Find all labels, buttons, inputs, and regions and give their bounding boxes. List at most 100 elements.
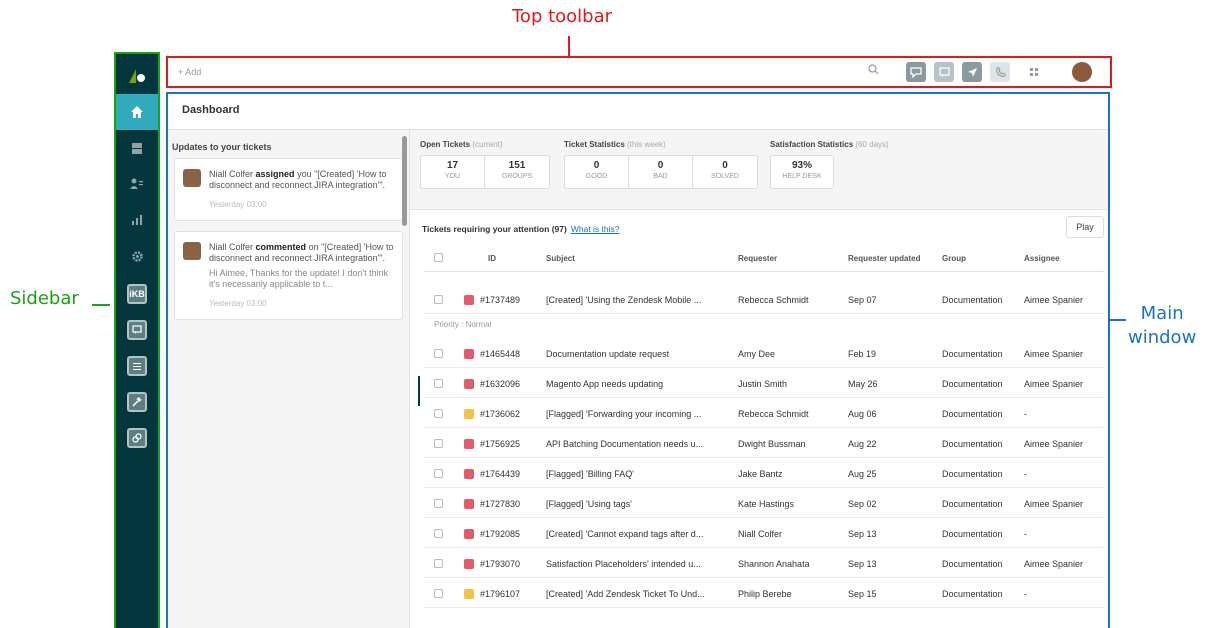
row-checkbox[interactable]: [434, 469, 443, 478]
chat-app-icon[interactable]: [116, 312, 158, 348]
ticket-requester[interactable]: Rebecca Schmidt: [738, 295, 809, 305]
hammer-app-icon[interactable]: [116, 384, 158, 420]
views-icon[interactable]: [116, 130, 158, 166]
ticket-assignee: -: [1024, 409, 1027, 419]
col-requester-updated[interactable]: Requester updated: [848, 254, 920, 263]
ticket-id[interactable]: #1736062: [480, 409, 520, 419]
ticket-subject[interactable]: [Flagged] 'Billing FAQ': [546, 469, 634, 479]
col-assignee[interactable]: Assignee: [1024, 254, 1060, 263]
table-row[interactable]: #1756925 API Batching Documentation needs…: [424, 428, 1104, 458]
apps-grid-icon[interactable]: [1024, 62, 1044, 82]
table-row[interactable]: #1764439 [Flagged] 'Billing FAQ' Jake Bant…: [424, 458, 1104, 488]
table-row[interactable]: #1465448 Documentation update request Amy …: [424, 338, 1104, 368]
ticket-requester[interactable]: Kate Hastings: [738, 499, 794, 509]
row-checkbox[interactable]: [434, 295, 443, 304]
ticket-id[interactable]: #1727830: [480, 499, 520, 509]
ticket-id[interactable]: #1737489: [480, 295, 520, 305]
row-checkbox[interactable]: [434, 559, 443, 568]
table-row[interactable]: #1736062 [Flagged] 'Forwarding your incom…: [424, 398, 1104, 428]
ticket-updated: Sep 13: [848, 559, 877, 569]
play-button[interactable]: Play: [1066, 216, 1104, 238]
ticket-subject[interactable]: Magento App needs updating: [546, 379, 663, 389]
ticket-subject[interactable]: Documentation update request: [546, 349, 669, 359]
ticket-statistics-qualifier: (this week): [627, 140, 666, 149]
row-checkbox[interactable]: [434, 439, 443, 448]
home-icon[interactable]: [116, 94, 158, 130]
stat-cell-bad[interactable]: 0 BAD: [629, 156, 693, 188]
ticket-id[interactable]: #1764439: [480, 469, 520, 479]
ticket-requester[interactable]: Amy Dee: [738, 349, 775, 359]
views-icon[interactable]: [906, 62, 926, 82]
user-avatar[interactable]: [1072, 62, 1092, 82]
ticket-id[interactable]: #1792085: [480, 529, 520, 539]
stat-cell-help-desk[interactable]: 93% HELP DESK: [771, 156, 833, 188]
ticket-requester[interactable]: Dwight Bussman: [738, 439, 806, 449]
col-id[interactable]: ID: [488, 254, 496, 263]
ticket-subject[interactable]: [Created] 'Add Zendesk Ticket To Und...: [546, 589, 705, 599]
col-subject[interactable]: Subject: [546, 254, 575, 263]
table-row[interactable]: #1727830 [Flagged] 'Using tags' Kate Hasti…: [424, 488, 1104, 518]
col-group[interactable]: Group: [942, 254, 966, 263]
ticket-requester[interactable]: Shannon Anahata: [738, 559, 810, 569]
ticket-id[interactable]: #1793070: [480, 559, 520, 569]
admin-gear-icon[interactable]: [116, 238, 158, 274]
updates-scrollbar[interactable]: [402, 136, 407, 226]
chat-icon[interactable]: [934, 62, 954, 82]
reporting-icon[interactable]: [116, 202, 158, 238]
table-row[interactable]: #1737489 [Created] 'Using the Zendesk Mo…: [424, 284, 1104, 314]
list-app-icon[interactable]: [116, 348, 158, 384]
table-row[interactable]: #1796107 [Created] 'Add Zendesk Ticket To…: [424, 578, 1104, 608]
ticket-updates-panel: Updates to your tickets Niall Colfer ass…: [168, 130, 410, 628]
ticket-subject[interactable]: Satisfaction Placeholders' intended u...: [546, 559, 701, 569]
ticket-id[interactable]: #1632096: [480, 379, 520, 389]
ticket-requester[interactable]: Justin Smith: [738, 379, 787, 389]
stat-cell-good[interactable]: 0 GOOD: [565, 156, 629, 188]
stat-cell-solved[interactable]: 0 SOLVED: [693, 156, 757, 188]
row-checkbox[interactable]: [434, 379, 443, 388]
table-row[interactable]: #1793070 Satisfaction Placeholders' inten…: [424, 548, 1104, 578]
ticket-subject[interactable]: [Created] 'Using the Zendesk Mobile ...: [546, 295, 701, 305]
add-button[interactable]: + Add: [178, 67, 201, 77]
ticket-requester[interactable]: Jake Bantz: [738, 469, 783, 479]
select-all-checkbox[interactable]: [434, 253, 443, 262]
navigation-icon[interactable]: [962, 62, 982, 82]
table-row[interactable]: #1792085 [Created] 'Cannot expand tags af…: [424, 518, 1104, 548]
row-checkbox[interactable]: [434, 529, 443, 538]
col-requester[interactable]: Requester: [738, 254, 777, 263]
ticket-assignee: Aimee Spanier: [1024, 349, 1084, 359]
search-icon[interactable]: [868, 64, 879, 78]
priority-badge: [464, 589, 474, 599]
ticket-assignee: Aimee Spanier: [1024, 295, 1084, 305]
update-item[interactable]: Niall Colfer assigned you "[Created] 'Ho…: [174, 158, 403, 221]
link-app-icon[interactable]: [116, 420, 158, 456]
ticket-requester[interactable]: Philip Berebe: [738, 589, 792, 599]
ikb-app-icon[interactable]: iKB: [116, 276, 158, 312]
what-is-this-link[interactable]: What is this?: [571, 224, 620, 234]
ticket-subject[interactable]: [Flagged] 'Forwarding your incoming ...: [546, 409, 701, 419]
customers-icon[interactable]: [116, 166, 158, 202]
ticket-id[interactable]: #1756925: [480, 439, 520, 449]
ticket-assignee: Aimee Spanier: [1024, 439, 1084, 449]
row-checkbox[interactable]: [434, 409, 443, 418]
ticket-id[interactable]: #1465448: [480, 349, 520, 359]
update-action: commented: [255, 242, 307, 252]
ticket-requester[interactable]: Niall Colfer: [738, 529, 782, 539]
phone-icon[interactable]: [990, 62, 1010, 82]
update-author: Niall Colfer: [209, 169, 254, 179]
ticket-requester[interactable]: Rebecca Schmidt: [738, 409, 809, 419]
table-row[interactable]: #1632096 Magento App needs updating Justin…: [424, 368, 1104, 398]
ticket-id[interactable]: #1796107: [480, 589, 520, 599]
zendesk-logo-icon[interactable]: [116, 58, 158, 94]
ticket-group: Documentation: [942, 439, 1003, 449]
row-checkbox[interactable]: [434, 499, 443, 508]
stat-cell-groups[interactable]: 151 GROUPS: [485, 156, 549, 188]
update-item[interactable]: Niall Colfer commented on "[Created] 'Ho…: [174, 231, 403, 320]
ticket-subject[interactable]: [Flagged] 'Using tags': [546, 499, 632, 509]
ticket-assignee: Aimee Spanier: [1024, 559, 1084, 569]
stat-cell-you[interactable]: 17 YOU: [421, 156, 485, 188]
ticket-updated: Sep 07: [848, 295, 877, 305]
ticket-subject[interactable]: [Created] 'Cannot expand tags after d...: [546, 529, 703, 539]
row-checkbox[interactable]: [434, 589, 443, 598]
row-checkbox[interactable]: [434, 349, 443, 358]
ticket-subject[interactable]: API Batching Documentation needs u...: [546, 439, 703, 449]
